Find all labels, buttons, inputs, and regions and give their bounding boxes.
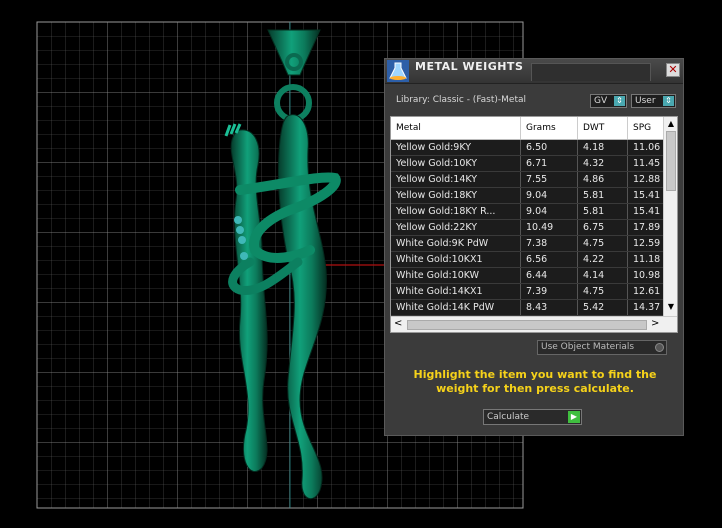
cell-dwt: 4.75 [578,236,628,251]
cell-spg: 12.88 [633,174,661,185]
gv-dropdown-value: GV [594,96,608,106]
column-header-metal[interactable]: Metal [391,117,521,139]
column-header-spg[interactable]: SPG [628,117,663,139]
user-dropdown-value: User [635,96,656,106]
cell-dwt: 4.22 [578,252,628,267]
cell-metal: White Gold:10KW [391,268,521,283]
cell-metal: Yellow Gold:18KY R... [391,204,521,219]
play-icon: ▶ [568,411,580,423]
library-label: Library: Classic - (Fast)-Metal [396,95,527,105]
cell-spg: 10.98 [633,270,661,281]
cell-spg: 11.45 [633,158,661,169]
table-row[interactable]: White Gold:14K PdW 8.43 5.42 14.37 [391,300,663,316]
table-row[interactable]: White Gold:9K PdW 7.38 4.75 12.59 [391,236,663,252]
scroll-right-icon[interactable]: > [651,318,659,329]
flask-icon [387,60,409,82]
cell-grams: 6.56 [521,252,578,267]
cell-dwt: 5.81 [578,188,628,203]
table-row[interactable]: Yellow Gold:22KY 10.49 6.75 17.89 [391,220,663,236]
scroll-up-icon[interactable]: ▲ [664,119,677,131]
panel-titlebar[interactable]: METAL WEIGHTS ✕ [385,59,683,84]
bead [240,252,248,260]
cell-grams: 8.43 [521,300,578,315]
cell-metal: White Gold:9K PdW [391,236,521,251]
cell-spg: 12.61 [633,286,661,297]
table-body: Yellow Gold:9KY 6.50 4.18 11.06 Yellow Gold:… [391,140,663,316]
bead [236,226,244,234]
cell-metal: White Gold:14K PdW [391,300,521,315]
table-row[interactable]: White Gold:10KW 6.44 4.14 10.98 [391,268,663,284]
cell-dwt: 4.14 [578,268,628,283]
cell-dwt: 4.18 [578,140,628,155]
vertical-scrollbar[interactable]: ▲ ▼ [663,117,677,316]
dropdown-arrow-icon: ⇕ [663,96,674,106]
instruction-text: Highlight the item you want to find the … [413,368,657,395]
cell-grams: 9.04 [521,188,578,203]
table-row[interactable]: White Gold:14KX1 7.39 4.75 12.61 [391,284,663,300]
dropdown-arrow-icon: ⇕ [614,96,625,106]
cell-dwt: 5.81 [578,204,628,219]
cell-spg: 17.89 [633,222,661,233]
cell-grams: 7.39 [521,284,578,299]
cell-dwt: 4.32 [578,156,628,171]
cell-spg: 11.18 [633,254,661,265]
panel-title: METAL WEIGHTS [415,60,524,73]
bead [234,216,242,224]
cell-metal: White Gold:14KX1 [391,284,521,299]
title-tab [531,63,651,81]
cell-spg: 12.59 [633,238,661,249]
user-dropdown[interactable]: User ⇕ [631,94,676,108]
cell-metal: Yellow Gold:22KY [391,220,521,235]
calculate-button[interactable]: Calculate ▶ [483,409,582,425]
close-button[interactable]: ✕ [666,63,680,77]
bead [238,236,246,244]
cell-metal: Yellow Gold:14KY [391,172,521,187]
horizontal-scrollbar[interactable]: < > [391,316,677,332]
gv-dropdown[interactable]: GV ⇕ [590,94,627,108]
scroll-thumb[interactable] [407,320,647,330]
cell-spg: 15.41 [633,206,661,217]
table-row[interactable]: Yellow Gold:14KY 7.55 4.86 12.88 [391,172,663,188]
cell-grams: 9.04 [521,204,578,219]
use-object-materials-label: Use Object Materials [541,342,635,352]
cell-metal: Yellow Gold:18KY [391,188,521,203]
cell-dwt: 6.75 [578,220,628,235]
cell-spg: 14.37 [633,302,661,313]
cell-metal: Yellow Gold:10KY [391,156,521,171]
cell-grams: 7.55 [521,172,578,187]
cell-dwt: 5.42 [578,300,628,315]
table-row[interactable]: Yellow Gold:18KY 9.04 5.81 15.41 [391,188,663,204]
table-row[interactable]: Yellow Gold:10KY 6.71 4.32 11.45 [391,156,663,172]
column-header-grams[interactable]: Grams [521,117,578,139]
scroll-thumb[interactable] [666,131,676,191]
column-header-dwt[interactable]: DWT [578,117,628,139]
table-header: Metal Grams DWT SPG [391,117,663,140]
table-row[interactable]: Yellow Gold:9KY 6.50 4.18 11.06 [391,140,663,156]
metal-table[interactable]: Metal Grams DWT SPG Yellow Gold:9KY 6.50 4… [390,116,678,333]
calculate-label: Calculate [487,412,530,422]
cell-spg: 11.06 [633,142,661,153]
scroll-down-icon[interactable]: ▼ [664,302,677,314]
cell-dwt: 4.86 [578,172,628,187]
scroll-left-icon[interactable]: < [394,318,402,329]
metal-weights-panel: METAL WEIGHTS ✕ Library: Classic - (Fast… [384,58,684,436]
cell-spg: 15.41 [633,190,661,201]
cell-grams: 6.44 [521,268,578,283]
cell-grams: 6.50 [521,140,578,155]
use-object-materials-toggle[interactable]: Use Object Materials [537,340,667,355]
cell-grams: 10.49 [521,220,578,235]
radio-dot-icon [655,343,664,352]
cell-grams: 6.71 [521,156,578,171]
table-row[interactable]: Yellow Gold:18KY R... 9.04 5.81 15.41 [391,204,663,220]
cell-metal: White Gold:10KX1 [391,252,521,267]
table-row[interactable]: White Gold:10KX1 6.56 4.22 11.18 [391,252,663,268]
cell-metal: Yellow Gold:9KY [391,140,521,155]
cell-dwt: 4.75 [578,284,628,299]
cell-grams: 7.38 [521,236,578,251]
